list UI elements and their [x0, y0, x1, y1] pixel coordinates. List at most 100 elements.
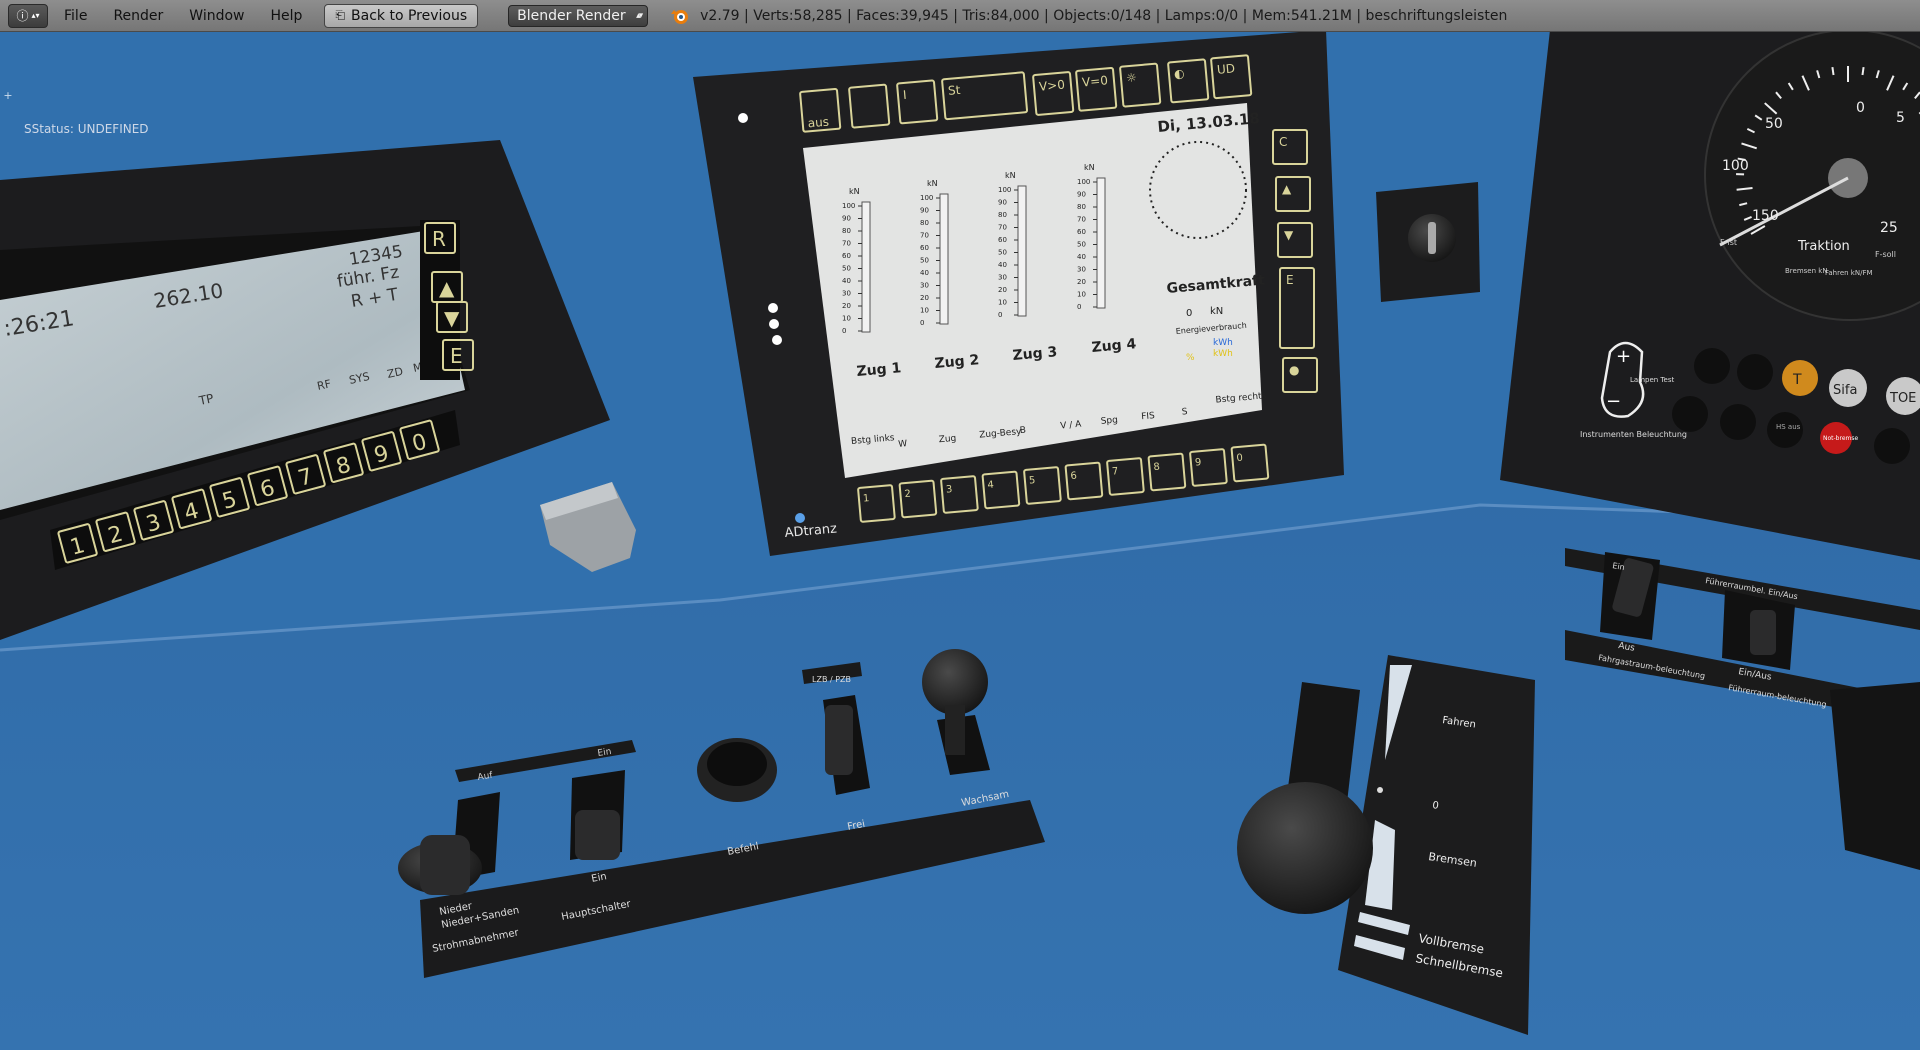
center-softkey-label-5: V / A	[1060, 420, 1083, 432]
center-bottom-key-label-9: 9	[1195, 457, 1202, 469]
force-gauge-unit-4: kN	[1084, 163, 1095, 172]
energy-unit-2: kWh	[1213, 349, 1233, 359]
panel-button-5[interactable]	[1874, 428, 1910, 464]
force-value: 0	[1186, 308, 1192, 319]
force-gauge-1-tick-30: 30	[842, 290, 851, 298]
center-bottom-key-label-7: 7	[1112, 466, 1119, 478]
viewport-status-text: SStatus: UNDEFINED	[24, 122, 149, 136]
main-switch-lever[interactable]	[570, 770, 625, 860]
center-softkey-1[interactable]: W	[898, 439, 908, 450]
speedo-traktion-label: Traktion	[1797, 239, 1850, 254]
cab-render: :26:21 262.10 12345 führ. Fz R + T TP RF…	[0, 32, 1920, 1050]
force-gauge-4-tick-0: 0	[1077, 303, 1081, 311]
center-bottom-key-label-5: 5	[1029, 475, 1036, 487]
center-bottom-key-label-0: 0	[1236, 453, 1243, 465]
center-top-key-label-5: V=0	[1081, 73, 1108, 89]
right-instrument-panel: 50 0 5 100 150 25 Traktion F-ist F-soll …	[1500, 32, 1920, 560]
back-to-previous-button[interactable]: ⎗ Back to Previous	[324, 3, 479, 28]
center-softkey-2[interactable]: Zug	[938, 434, 956, 445]
panel-button-4[interactable]	[1720, 404, 1756, 440]
force-gauge-3-tick-30: 30	[998, 274, 1007, 282]
viewport-plus-icon[interactable]: +	[2, 90, 14, 102]
center-top-key-label-3: St	[947, 83, 961, 98]
force-gauge-3-tick-90: 90	[998, 199, 1007, 207]
force-gauge-4-tick-20: 20	[1077, 278, 1086, 286]
center-softkey-label-6: Spg	[1100, 415, 1118, 426]
center-softkey-label-2: Zug	[938, 434, 956, 445]
center-bottom-key-label-8: 8	[1153, 462, 1160, 474]
force-gauge-3-tick-20: 20	[998, 286, 1007, 294]
force-gauge-2-tick-100: 100	[920, 194, 933, 202]
instrument-lighting-label: Instrumenten Beleuchtung	[1580, 430, 1687, 439]
force-gauge-2-tick-0: 0	[920, 319, 924, 327]
center-softkey-label-7: FIS	[1141, 411, 1156, 422]
3d-viewport[interactable]: :26:21 262.10 12345 führ. Fz R + T TP RF…	[0, 32, 1920, 1050]
info-editor-type-button[interactable]: ⓘ ▴▾	[8, 3, 48, 28]
speedo-label-5: 5	[1896, 110, 1905, 126]
speedo-sub-fist: F-ist	[1720, 238, 1737, 247]
left-side-key-label-2: ▼	[444, 306, 460, 330]
force-gauge-4-tick-80: 80	[1077, 203, 1086, 211]
center-softkey-6[interactable]: Spg	[1100, 415, 1118, 426]
left-side-key-label-1: ▲	[439, 276, 455, 300]
speedo-tick	[1861, 66, 1865, 76]
force-gauge-1-tick-10: 10	[842, 315, 851, 323]
hs-aus-label: HS aus	[1776, 423, 1801, 431]
back-icon: ⎗	[335, 8, 346, 22]
befehl-button[interactable]	[697, 738, 777, 802]
chevron-updown-icon: ▴▾	[31, 11, 40, 20]
center-softkey-5[interactable]: V / A	[1060, 420, 1083, 432]
center-side-key-label-2: ▼	[1284, 228, 1294, 242]
menu-bar: File Render Window Help	[64, 8, 302, 24]
center-top-key-label-6: ☼	[1125, 70, 1137, 85]
menu-file[interactable]: File	[64, 8, 87, 24]
speedo-sub-fsoll: F-soll	[1875, 250, 1896, 259]
lamp-test-label: Lampen Test	[1630, 376, 1674, 384]
force-gauge-unit-3: kN	[1005, 171, 1016, 180]
left-side-key-label-3: E	[450, 344, 463, 368]
force-gauge-1-tick-50: 50	[842, 265, 851, 273]
key-switch[interactable]	[1376, 182, 1480, 302]
back-to-previous-label: Back to Previous	[351, 7, 468, 24]
force-gauge-3-tick-100: 100	[998, 186, 1011, 194]
speedo-label-50: 50	[1765, 116, 1783, 132]
force-gauge-1-tick-0: 0	[842, 327, 846, 335]
center-softkey-4[interactable]: B	[1019, 426, 1026, 437]
center-softkey-7[interactable]: FIS	[1141, 411, 1156, 422]
center-bottom-key-label-6: 6	[1070, 471, 1077, 483]
render-engine-select[interactable]: Blender Render	[508, 4, 649, 27]
center-side-key-label-3: E	[1286, 273, 1294, 287]
center-side-key-label-4: ●	[1289, 363, 1299, 377]
energy-unit-1: kWh	[1213, 338, 1233, 348]
panel-button-3[interactable]	[1672, 396, 1708, 432]
center-softkey-label-1: W	[898, 439, 908, 450]
menu-render[interactable]: Render	[113, 8, 163, 24]
panel-button-1[interactable]	[1694, 348, 1730, 384]
right-switch-1[interactable]	[1600, 552, 1660, 640]
force-gauge-4-tick-10: 10	[1077, 291, 1086, 299]
force-gauge-3-tick-40: 40	[998, 261, 1007, 269]
force-gauge-unit-2: kN	[927, 179, 938, 188]
force-gauge-4-tick-40: 40	[1077, 253, 1086, 261]
speedo-label-0: 0	[1856, 100, 1865, 116]
notbremse-label: Not-bremse	[1823, 435, 1858, 442]
menu-help[interactable]: Help	[270, 8, 302, 24]
speedo-sub-bremsen: Bremsen kN	[1785, 267, 1828, 275]
force-gauge-2-tick-90: 90	[920, 207, 929, 215]
center-softkey-8[interactable]: S	[1181, 407, 1188, 417]
center-bottom-key-label-1: 1	[863, 493, 870, 505]
scene-statistics: v2.79 | Verts:58,285 | Faces:39,945 | Tr…	[700, 7, 1508, 24]
force-gauge-3-tick-60: 60	[998, 236, 1007, 244]
force-gauge-3-tick-50: 50	[998, 249, 1007, 257]
menu-window[interactable]: Window	[189, 8, 244, 24]
force-gauge-4-tick-100: 100	[1077, 178, 1090, 186]
panel-button-2[interactable]	[1737, 354, 1773, 390]
center-softkey-label-4: B	[1019, 426, 1026, 437]
center-top-key-label-8: UD	[1216, 61, 1235, 77]
center-top-key-label-4: V>0	[1038, 77, 1065, 93]
force-gauge-3-tick-0: 0	[998, 311, 1002, 319]
blender-header: ⓘ ▴▾ File Render Window Help ⎗ Back to Pr…	[0, 0, 1920, 32]
center-bottom-key-label-4: 4	[987, 480, 994, 492]
force-gauge-1-tick-100: 100	[842, 202, 855, 210]
force-gauge-2-tick-70: 70	[920, 232, 929, 240]
